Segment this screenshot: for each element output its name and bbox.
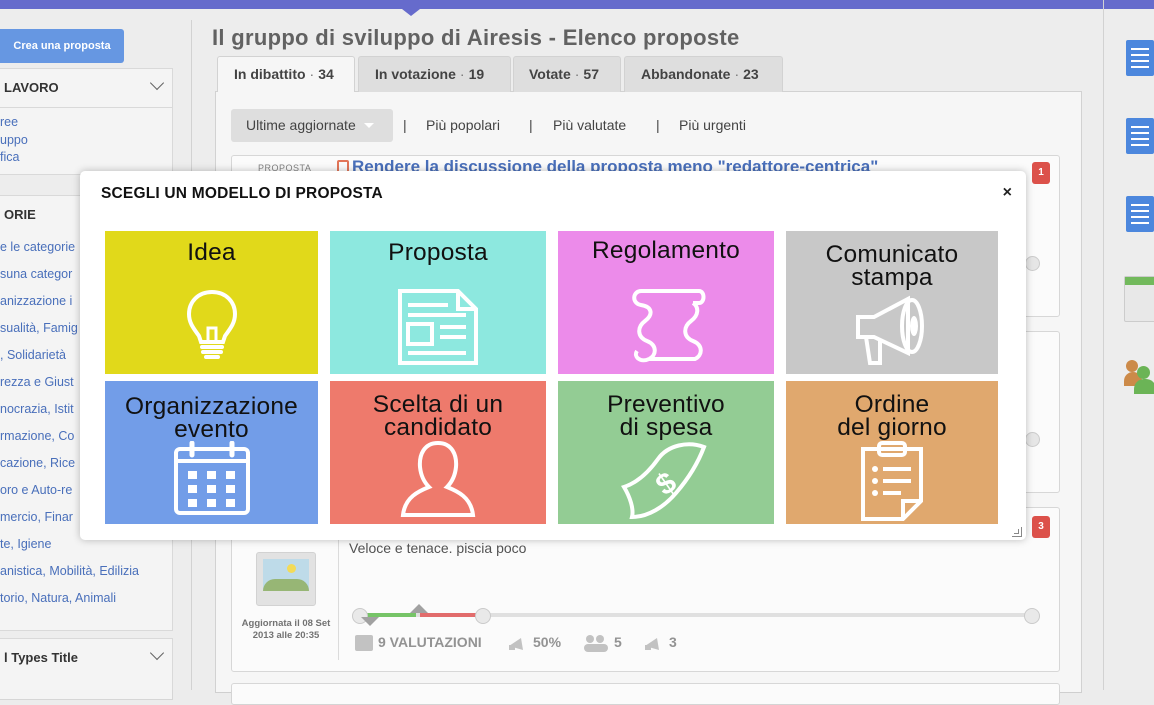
lightbulb-icon	[186, 289, 237, 359]
tile-label: Preventivo	[607, 391, 725, 418]
template-tile-proposta[interactable]: Proposta	[330, 231, 546, 374]
tile-label: Regolamento	[592, 237, 740, 264]
scroll-icon	[632, 289, 706, 363]
template-modal: SCEGLI UN MODELLO DI PROPOSTA × Idea Pro…	[80, 171, 1026, 540]
svg-text:$: $	[650, 466, 683, 503]
template-tile-comunicato-stampa[interactable]: Comunicato stampa	[786, 231, 998, 374]
tile-label: candidato	[383, 414, 493, 441]
modal-title: SCEGLI UN MODELLO DI PROPOSTA	[101, 185, 383, 202]
tile-label: di spesa	[619, 414, 713, 441]
tile-label: stampa	[851, 264, 933, 291]
template-tile-regolamento[interactable]: Regolamento	[558, 231, 774, 374]
template-tile-ordine-giorno[interactable]: Ordine del giorno	[786, 381, 998, 524]
tile-label: Proposta	[388, 239, 488, 266]
template-tile-preventivo-spesa[interactable]: Preventivo di spesa $	[558, 381, 774, 524]
tile-label: Organizzazione	[124, 393, 299, 420]
template-tile-organizzazione-evento[interactable]: Organizzazione evento	[105, 381, 318, 524]
resize-handle[interactable]	[1012, 527, 1022, 537]
tile-label: evento	[174, 416, 249, 443]
money-icon: $	[621, 442, 707, 520]
template-tile-scelta-candidato[interactable]: Scelta di un candidato	[330, 381, 546, 524]
clipboard-icon	[861, 441, 923, 521]
document-icon	[398, 289, 478, 365]
tile-label: Comunicato	[825, 241, 959, 268]
megaphone-icon	[856, 295, 924, 365]
calendar-icon	[173, 441, 250, 515]
tile-label: Ordine	[854, 391, 930, 418]
template-tile-idea[interactable]: Idea	[105, 231, 318, 374]
tile-label: del giorno	[837, 414, 947, 441]
person-icon	[400, 440, 476, 517]
tile-label: Scelta di un	[372, 391, 504, 418]
close-icon[interactable]: ×	[1003, 184, 1012, 202]
tile-label: Idea	[187, 239, 236, 266]
